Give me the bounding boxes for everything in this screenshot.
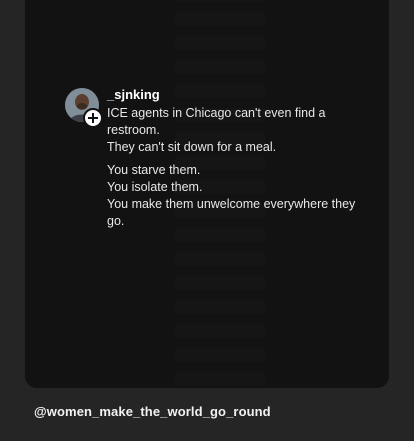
post-line-5: You make them unwelcome everywhere they … (107, 197, 356, 228)
avatar-wrap[interactable] (65, 88, 103, 128)
post-text: _sjnking ICE agents in Chicago can't eve… (107, 86, 357, 230)
post-image-card[interactable]: _sjnking ICE agents in Chicago can't eve… (25, 0, 389, 388)
screen: _sjnking ICE agents in Chicago can't eve… (0, 0, 414, 441)
post-line-4: You isolate them. (107, 180, 203, 194)
username[interactable]: _sjnking (107, 86, 357, 103)
plus-icon (88, 113, 98, 123)
source-handle[interactable]: @women_make_the_world_go_round (34, 403, 271, 420)
follow-button[interactable] (83, 108, 103, 128)
post-line-1: ICE agents in Chicago can't even find a … (107, 106, 326, 137)
post-line-2: They can't sit down for a meal. (107, 140, 277, 154)
post-line-3: You starve them. (107, 163, 201, 177)
